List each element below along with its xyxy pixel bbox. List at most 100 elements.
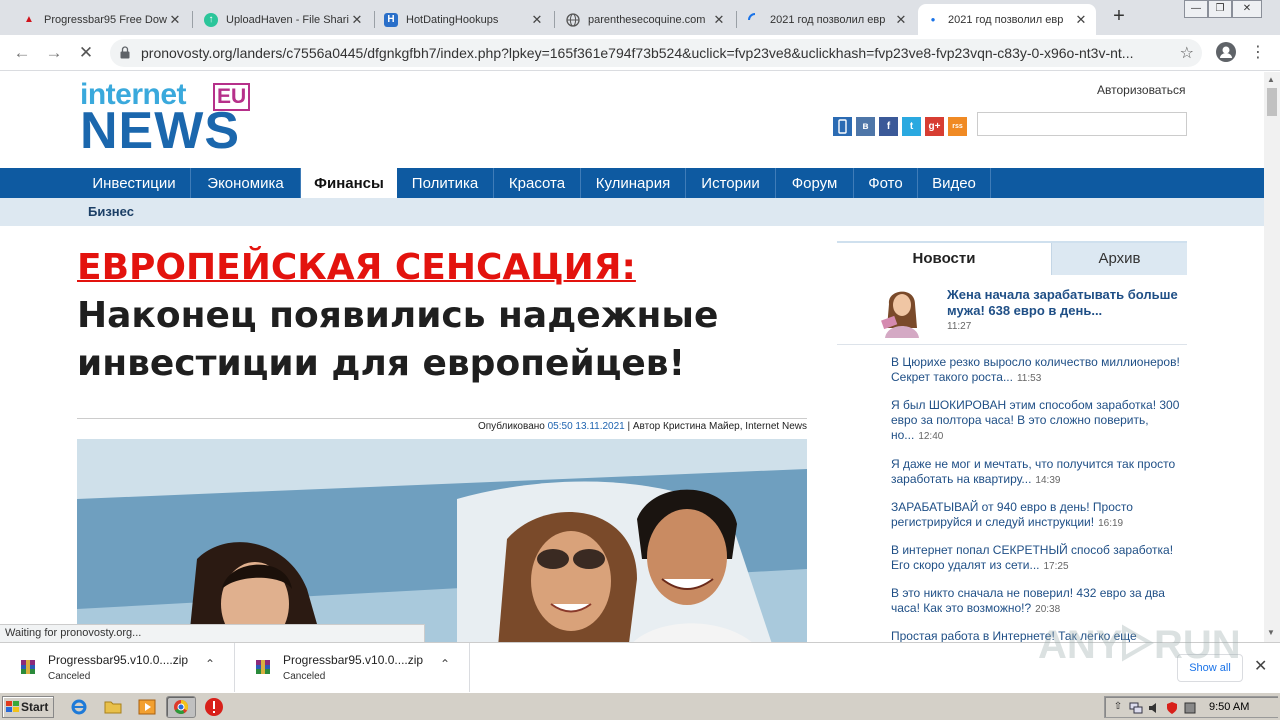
close-tab-icon[interactable]: ✕	[530, 12, 544, 28]
news-item[interactable]: Я был ШОКИРОВАН этим способом заработка!…	[891, 398, 1183, 444]
profile-avatar-icon[interactable]	[1216, 42, 1236, 62]
start-button[interactable]: Start	[2, 696, 54, 718]
rss-icon[interactable]: rss	[948, 117, 967, 136]
minimize-button[interactable]: —	[1184, 0, 1208, 18]
featured-news-thumbnail[interactable]	[877, 284, 927, 338]
download-item[interactable]: Progressbar95.v10.0....zip Canceled ⌃	[235, 643, 470, 693]
news-item-text[interactable]: ЗАРАБАТЫВАЙ от 940 евро в день! Просто р…	[891, 500, 1133, 529]
system-tray: ⇧ 9:50 AM	[1104, 696, 1278, 718]
close-window-button[interactable]: ✕	[1232, 0, 1262, 18]
forward-button[interactable]: →	[42, 41, 66, 65]
news-item[interactable]: ЗАРАБАТЫВАЙ от 940 евро в день! Просто р…	[891, 500, 1183, 531]
close-tab-icon[interactable]: ✕	[350, 12, 364, 28]
news-item[interactable]: Я даже не мог и мечтать, что получится т…	[891, 457, 1183, 488]
network-icon[interactable]	[1129, 701, 1143, 715]
close-tab-icon[interactable]: ✕	[168, 12, 182, 28]
news-item[interactable]: В интернет попал СЕКРЕТНЫЙ способ зарабо…	[891, 543, 1183, 574]
nav-item-beauty[interactable]: Красота	[494, 168, 581, 198]
taskbar-clock[interactable]: 9:50 AM	[1209, 701, 1249, 713]
nav-item-stories[interactable]: Истории	[686, 168, 776, 198]
antivirus-alert-icon[interactable]	[205, 698, 223, 716]
tray-expand-icon[interactable]: ⇧	[1111, 701, 1125, 715]
tab-separator	[554, 11, 555, 28]
folder-icon[interactable]	[104, 698, 122, 716]
download-item[interactable]: Progressbar95.v10.0....zip Canceled ⌃	[0, 643, 235, 693]
nav-item-economy[interactable]: Экономика	[191, 168, 301, 198]
tab-archive[interactable]: Архив	[1051, 243, 1187, 275]
adobe-icon: ▲	[24, 14, 34, 25]
scroll-down-icon[interactable]: ▼	[1267, 628, 1275, 637]
winrar-archive-icon	[21, 660, 35, 674]
address-bar[interactable]: pronovosty.org/landers/c7556a0445/dfgnkg…	[110, 39, 1202, 67]
site-search-input[interactable]	[977, 112, 1187, 136]
news-item-text[interactable]: В интернет попал СЕКРЕТНЫЙ способ зарабо…	[891, 543, 1173, 572]
news-item-text[interactable]: В это никто сначала не поверил! 432 евро…	[891, 586, 1165, 615]
nav-item-forum[interactable]: Форум	[776, 168, 854, 198]
nav-item-photo[interactable]: Фото	[854, 168, 918, 198]
news-item[interactable]: В это никто сначала не поверил! 432 евро…	[891, 586, 1183, 617]
twitter-icon[interactable]: t	[902, 117, 921, 136]
article-photo	[77, 439, 807, 642]
browser-menu-icon[interactable]: ⋮	[1250, 42, 1266, 62]
bookmark-star-icon[interactable]: ☆	[1180, 43, 1194, 63]
download-filename: Progressbar95.v10.0....zip	[48, 653, 189, 667]
close-download-bar-icon[interactable]: ✕	[1254, 656, 1267, 676]
byline-prefix: Опубликовано	[477, 421, 548, 432]
stop-loading-button[interactable]: ✕	[74, 41, 98, 65]
nav-item-politics[interactable]: Политика	[397, 168, 494, 198]
tab-separator	[192, 11, 193, 28]
back-button[interactable]: ←	[10, 41, 34, 65]
globe-icon	[566, 12, 580, 27]
browser-tab[interactable]: 2021 год позволил евр ✕	[740, 4, 916, 35]
status-bubble: Waiting for pronovosty.org...	[0, 624, 425, 642]
chevron-up-icon[interactable]: ⌃	[205, 657, 215, 671]
tray-app-icon[interactable]	[1183, 701, 1197, 715]
close-tab-icon[interactable]: ✕	[894, 12, 908, 28]
scroll-up-icon[interactable]: ▲	[1267, 75, 1275, 84]
news-item[interactable]: В Цюрихе резко выросло количество миллио…	[891, 355, 1183, 386]
windows-taskbar: Start ⇧ 9:50 AM	[0, 692, 1280, 720]
download-filename: Progressbar95.v10.0....zip	[283, 653, 424, 667]
media-player-icon[interactable]	[138, 698, 156, 716]
login-link[interactable]: Авторизоваться	[1097, 83, 1185, 97]
chevron-up-icon[interactable]: ⌃	[440, 657, 450, 671]
browser-tab[interactable]: ↑ UploadHaven - File Shari ✕	[196, 4, 372, 35]
chrome-taskbar-button[interactable]	[166, 696, 196, 718]
logo-news-text[interactable]: NEWS	[80, 105, 240, 157]
loading-dot-icon: ●	[930, 15, 936, 24]
vk-icon[interactable]: в	[856, 117, 875, 136]
facebook-icon[interactable]: f	[879, 117, 898, 136]
browser-tab-active[interactable]: ● 2021 год позволил евр ✕	[918, 4, 1096, 35]
scrollbar-thumb[interactable]	[1267, 88, 1277, 116]
close-tab-icon[interactable]: ✕	[712, 12, 726, 28]
browser-tab[interactable]: ▲ Progressbar95 Free Dow ✕	[14, 4, 190, 35]
page-scrollbar[interactable]: ▲ ▼	[1264, 72, 1280, 642]
featured-news-item[interactable]: Жена начала зарабатывать больше мужа! 63…	[837, 275, 1187, 345]
loading-icon	[748, 12, 762, 27]
news-sidebar: Новости Архив Жена начала зарабатывать б…	[837, 241, 1187, 642]
subnav-item-business[interactable]: Бизнес	[88, 204, 134, 219]
tab-news[interactable]: Новости	[837, 243, 1051, 275]
anyrun-watermark-logo: ANY RUN	[1038, 623, 1238, 667]
url-text[interactable]: pronovosty.org/landers/c7556a0445/dfgnkg…	[141, 45, 1151, 61]
lock-icon[interactable]	[120, 46, 130, 59]
nav-item-investments[interactable]: Инвестиции	[78, 168, 191, 198]
maximize-button[interactable]: ❐	[1208, 0, 1232, 18]
headline-highlight: ЕВРОПЕЙСКАЯ СЕНСАЦИЯ:	[77, 247, 636, 288]
nav-item-cooking[interactable]: Кулинария	[581, 168, 686, 198]
security-shield-icon[interactable]	[1165, 701, 1179, 715]
browser-tab[interactable]: parenthesecoquine.com ✕	[558, 4, 734, 35]
volume-icon[interactable]	[1147, 701, 1161, 715]
start-label: Start	[21, 700, 49, 714]
new-tab-button[interactable]: +	[1108, 6, 1130, 28]
close-tab-icon[interactable]: ✕	[1074, 12, 1088, 28]
internet-explorer-icon[interactable]	[70, 698, 88, 716]
nav-item-video[interactable]: Видео	[918, 168, 991, 198]
browser-tab[interactable]: H HotDatingHookups ✕	[376, 4, 552, 35]
google-plus-icon[interactable]: g+	[925, 117, 944, 136]
news-item-text[interactable]: Я даже не мог и мечтать, что получится т…	[891, 457, 1175, 486]
featured-news-title[interactable]: Жена начала зарабатывать больше мужа! 63…	[947, 287, 1182, 319]
windows-flag-icon	[6, 701, 19, 712]
mobile-icon[interactable]	[833, 117, 852, 136]
nav-item-finance[interactable]: Финансы	[301, 168, 397, 198]
